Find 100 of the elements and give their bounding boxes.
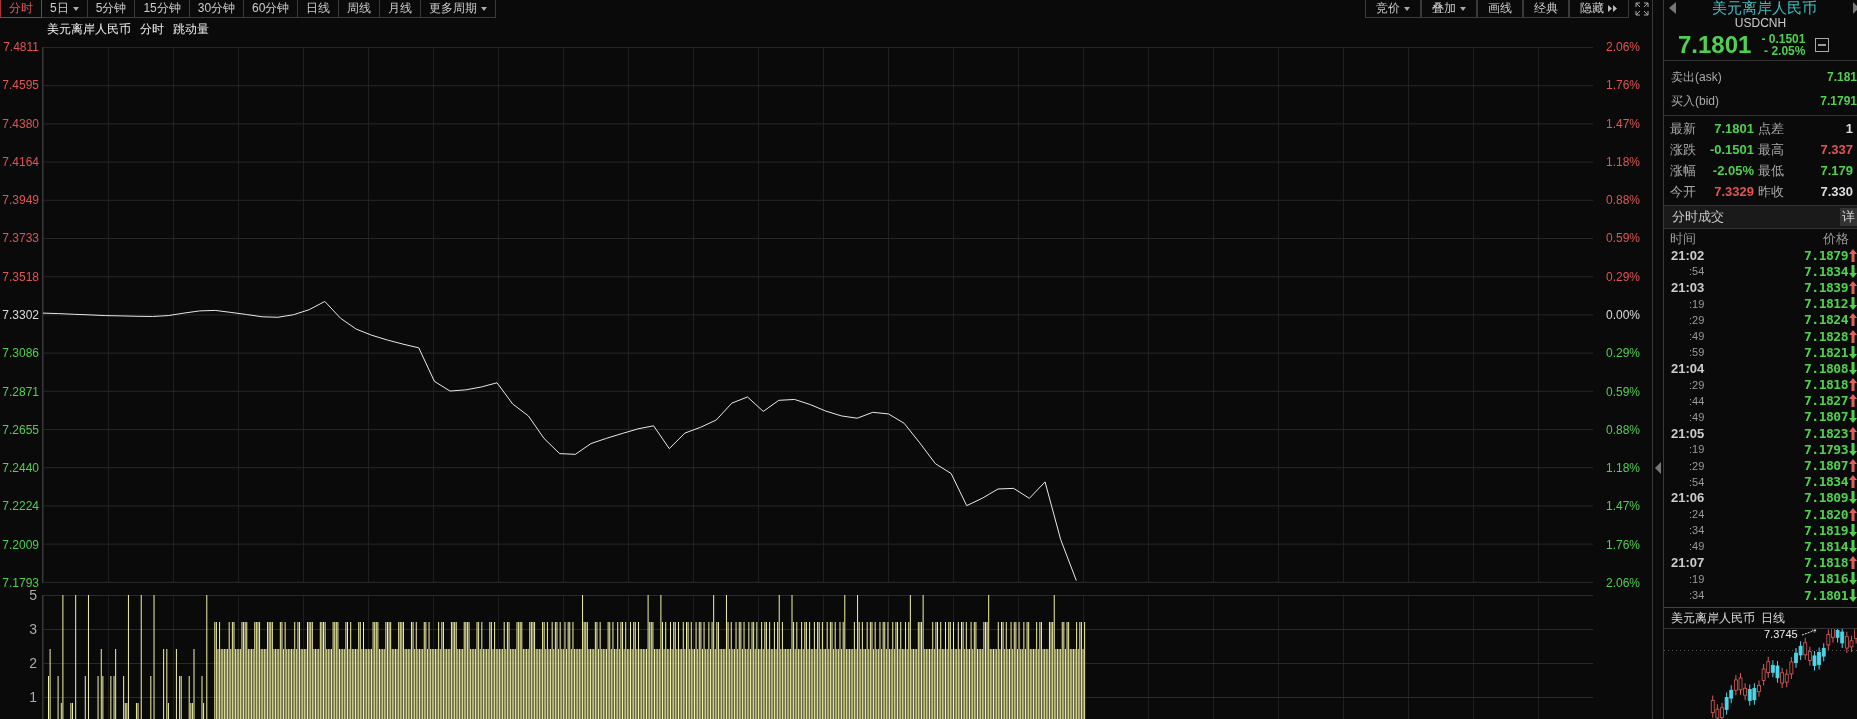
fullscreen-icon[interactable] (1635, 2, 1649, 16)
volume-axis-label: 3 (29, 620, 37, 639)
instrument-code: USDCNH (1733, 16, 1788, 30)
stat-label: 今开 (1670, 182, 1697, 201)
price-axis-label: 7.2009 (2, 536, 39, 553)
indicator-label: 跳动量 (173, 21, 209, 38)
period-tab[interactable]: 日线 (298, 0, 340, 18)
price-axis-label: 7.4380 (2, 115, 39, 132)
trade-time: :24 (1688, 508, 1705, 521)
period-tab[interactable]: 5日 (42, 0, 88, 18)
toolbar-button[interactable]: 叠加 (1421, 0, 1477, 18)
period-tab[interactable]: 15分钟 (135, 0, 190, 18)
trade-time: :49 (1688, 330, 1705, 343)
price-axis-label: 7.3518 (2, 268, 39, 285)
trade-price: 7.1818 (1804, 555, 1848, 571)
quote-value: 7.181 (1826, 70, 1857, 84)
stat-label: 最高 (1758, 140, 1785, 159)
trade-price: 7.1834 (1804, 474, 1848, 490)
previous-arrow-icon[interactable] (1669, 1, 1676, 14)
price-axis-label: 7.4595 (2, 77, 39, 94)
period-tab[interactable]: 周线 (339, 0, 381, 18)
price-axis-label: 7.3949 (2, 192, 39, 209)
trade-time: :54 (1688, 475, 1705, 488)
stat-value: 7.1801 (1713, 121, 1755, 136)
trade-time: 21:02 (1671, 247, 1705, 263)
trade-price: 7.1834 (1804, 263, 1848, 279)
percent-axis-label: 0.00% (1605, 307, 1640, 323)
price-change: - 0.1501 (1761, 33, 1806, 45)
trade-price: 7.1816 (1804, 571, 1848, 587)
stat-label: 点差 (1758, 119, 1785, 138)
stat-value: 7.3329 (1713, 184, 1755, 199)
toolbar-button[interactable]: 隐藏 (1569, 0, 1629, 18)
trade-price: 7.1824 (1804, 312, 1848, 328)
quote-value: 7.1791 (1820, 94, 1857, 108)
trade-time: :29 (1688, 313, 1705, 326)
trade-price: 7.1814 (1804, 538, 1848, 554)
percent-axis-label: 1.18% (1605, 153, 1640, 170)
stat-label: 涨跌 (1670, 140, 1697, 159)
mini-chart-title: 美元离岸人民币 (1671, 609, 1755, 627)
collapse-arrow-icon[interactable] (1655, 462, 1661, 474)
toolbar-button[interactable]: 画线 (1477, 0, 1523, 18)
trade-time: 21:04 (1671, 360, 1705, 376)
trade-price: 7.1839 (1804, 279, 1848, 295)
trade-price: 7.1818 (1804, 377, 1848, 393)
price-axis-label: 7.4811 (3, 39, 39, 55)
percent-axis-label: 0.59% (1605, 383, 1640, 400)
next-arrow-icon[interactable] (1853, 1, 1857, 14)
price-axis-label: 7.3733 (2, 230, 39, 247)
percent-axis-label: 2.06% (1605, 575, 1640, 591)
trade-price: 7.1793 (1804, 441, 1848, 457)
trade-price: 7.1823 (1804, 425, 1848, 441)
trade-price: 7.1821 (1804, 344, 1848, 360)
percent-axis-label: 1.76% (1605, 77, 1640, 94)
price-axis-label: 7.2871 (2, 383, 39, 400)
toolbar-button[interactable]: 经典 (1523, 0, 1569, 18)
period-tab[interactable]: 月线 (380, 0, 422, 18)
trade-time: :34 (1688, 589, 1705, 602)
percent-axis-label: 0.29% (1605, 268, 1640, 285)
trade-time: 21:03 (1671, 279, 1705, 295)
period-tab[interactable]: 分时 (0, 0, 42, 18)
last-price: 7.1801 (1678, 31, 1752, 59)
period-label: 日线 (1761, 609, 1785, 627)
stat-label: 最低 (1758, 161, 1785, 180)
quote-label: 卖出(ask) (1671, 68, 1722, 86)
stat-value: -2.05% (1711, 163, 1755, 178)
minus-icon[interactable] (1815, 38, 1830, 52)
percent-axis-label: 0.29% (1605, 345, 1640, 362)
trade-price: 7.1812 (1804, 296, 1848, 312)
price-axis-label: 7.2440 (2, 460, 39, 477)
trade-time: :19 (1688, 297, 1705, 310)
chart-mode-label: 分时 (140, 21, 164, 38)
period-tab[interactable]: 5分钟 (87, 0, 136, 18)
trade-time: :59 (1688, 346, 1705, 359)
stat-label: 涨幅 (1670, 161, 1697, 180)
percent-axis-label: 0.59% (1605, 230, 1640, 247)
trade-price: 7.1809 (1804, 490, 1848, 506)
details-button[interactable]: 详 (1840, 208, 1857, 226)
trade-time: :44 (1688, 394, 1705, 407)
trade-price: 7.1820 (1804, 506, 1848, 522)
stat-value: -0.1501 (1708, 142, 1755, 157)
stat-value: 7.330 (1819, 184, 1854, 199)
high-price-label: 7.3745 (1764, 628, 1798, 641)
stat-label: 最新 (1670, 119, 1697, 138)
quote-label: 买入(bid) (1671, 92, 1719, 110)
trade-price: 7.1828 (1804, 328, 1848, 344)
trade-time: :49 (1688, 540, 1705, 553)
period-tab[interactable]: 30分钟 (189, 0, 245, 18)
stat-value: 1 (1844, 121, 1854, 136)
percent-axis-label: 0.88% (1605, 421, 1640, 438)
percent-axis-label: 0.88% (1605, 192, 1640, 209)
percent-axis-label: 1.47% (1605, 498, 1640, 515)
period-tab[interactable]: 更多周期 (421, 0, 497, 18)
period-tab[interactable]: 60分钟 (244, 0, 299, 18)
trade-price: 7.1807 (1804, 409, 1848, 425)
toolbar-button[interactable]: 竞价 (1365, 0, 1421, 18)
leader-line (1802, 629, 1818, 637)
trade-time: :54 (1688, 265, 1705, 278)
stat-value: 7.337 (1819, 142, 1854, 157)
percent-change: - 2.05% (1764, 45, 1806, 57)
instrument-name: 美元离岸人民币 (1712, 0, 1817, 15)
